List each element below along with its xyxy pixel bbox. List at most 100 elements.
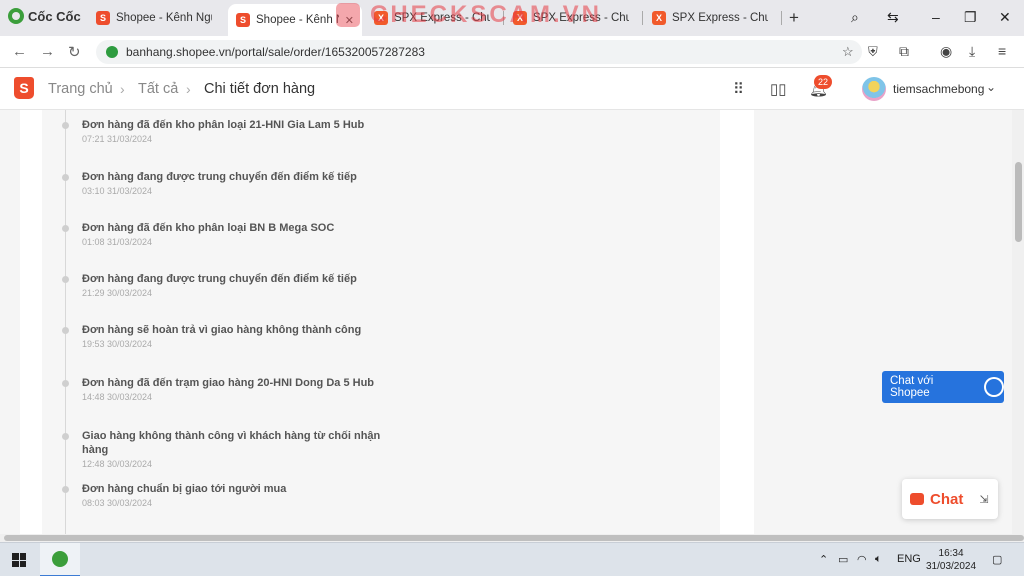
back-arrow-icon[interactable]: ←: [12, 43, 27, 60]
tab-separator: [781, 11, 782, 25]
book-icon[interactable]: ▯▯: [770, 80, 787, 98]
apps-grid-icon[interactable]: ⠿: [733, 80, 744, 98]
tab-spx-3[interactable]: X SPX Express - Chuyển I: [644, 5, 780, 31]
maximize-button[interactable]: ❐: [964, 9, 977, 26]
breadcrumb-home[interactable]: Trang chủ: [48, 81, 113, 97]
browser-brand: Cốc Cốc: [8, 8, 81, 24]
chevron-right-icon: ›: [120, 81, 125, 97]
battery-icon[interactable]: ▭: [838, 553, 848, 566]
tab-search-icon[interactable]: ⌕: [851, 9, 859, 26]
coccoc-logo-icon: [8, 8, 24, 24]
timeline-dot: [62, 433, 69, 440]
vertical-scrollbar[interactable]: [1012, 110, 1024, 534]
wifi-icon[interactable]: ◠: [857, 553, 867, 566]
tab-title: SPX Express - Chuyển I: [672, 12, 768, 24]
forward-arrow-icon[interactable]: →: [40, 43, 55, 60]
timeline-dot: [62, 174, 69, 181]
minimize-button[interactable]: –: [932, 9, 940, 25]
event-time: 07:21 31/03/2024: [82, 134, 153, 144]
windows-start-icon[interactable]: [12, 553, 26, 567]
watermark-logo-icon: [336, 3, 360, 27]
watermark-text: CHECKSCAM.VN: [370, 1, 603, 28]
event-time: 03:10 31/03/2024: [82, 186, 153, 196]
shopee-logo-icon[interactable]: S: [14, 77, 34, 99]
taskbar-coccoc-app[interactable]: [40, 543, 80, 576]
event-time: 21:29 30/03/2024: [82, 288, 153, 298]
shop-name[interactable]: tiemsachmebong: [893, 82, 984, 96]
timeline-event: Đơn hàng đã đến kho phân loại 21-HNI Gia…: [62, 118, 402, 145]
chevron-down-icon[interactable]: ⌄: [986, 80, 996, 94]
event-time: 08:03 30/03/2024: [82, 498, 153, 508]
event-text: Đơn hàng đã đến kho phân loại BN B Mega …: [82, 222, 335, 234]
tab-shopee-1[interactable]: S Shopee - Kênh Người B: [88, 5, 224, 31]
event-text: Đơn hàng đã đến trạm giao hàng 20-HNI Do…: [82, 377, 375, 389]
bookmark-star-icon[interactable]: ☆: [842, 44, 854, 60]
secure-lock-icon[interactable]: [106, 46, 118, 58]
close-window-button[interactable]: ✕: [999, 9, 1011, 26]
notifications-icon[interactable]: ▢: [992, 553, 1002, 566]
reload-icon[interactable]: ↻: [68, 43, 81, 61]
tab-title: Shopee - Kênh Người B: [116, 12, 212, 24]
taskbar-clock[interactable]: 16:34 31/03/2024: [926, 547, 976, 573]
download-icon[interactable]: ⤓: [969, 43, 975, 60]
menu-icon[interactable]: ≡: [998, 43, 1006, 59]
url-text: banhang.shopee.vn/portal/sale/order/1653…: [126, 45, 425, 59]
profile-icon[interactable]: ◉: [940, 43, 952, 60]
chat-bubble-icon: [910, 493, 924, 505]
checkscam-watermark: CHECKSCAM.VN: [336, 0, 602, 30]
chatbot-icon: [984, 377, 1004, 397]
timeline-event: Đơn hàng sẽ hoàn trả vì giao hàng không …: [62, 323, 402, 350]
timeline-event: Giao hàng không thành công vì khách hàng…: [62, 429, 402, 470]
horizontal-scrollbar[interactable]: [0, 534, 1024, 542]
timeline-dot: [62, 276, 69, 283]
event-time: 12:48 30/03/2024: [82, 459, 153, 469]
windows-taskbar: ⌃ ▭ ◠ 🔈︎ ENG 16:34 31/03/2024 ▢: [0, 542, 1024, 576]
extensions-icon[interactable]: ⧉: [899, 43, 909, 60]
shopee-icon: S: [96, 11, 110, 25]
breadcrumb-all[interactable]: Tất cả: [138, 81, 178, 97]
chat-button[interactable]: Chat ⇲: [902, 479, 998, 519]
coccoc-logo-icon: [52, 551, 68, 567]
event-text: Đơn hàng đang được trung chuyển đến điểm…: [82, 273, 357, 285]
spx-icon: X: [652, 11, 666, 25]
chevron-up-icon[interactable]: ⌃: [819, 553, 828, 566]
expand-icon[interactable]: ⇲: [979, 493, 988, 506]
event-text: Giao hàng không thành công vì khách hàng…: [82, 430, 381, 456]
timeline-dot: [62, 225, 69, 232]
chat-with-shopee-button[interactable]: Chat với Shopee: [882, 371, 1004, 403]
tab-title: Shopee - Kênh N: [256, 14, 339, 26]
seller-header: S Trang chủ › Tất cả › Chi tiết đơn hàng…: [0, 68, 1024, 110]
url-field[interactable]: banhang.shopee.vn/portal/sale/order/1653…: [96, 40, 878, 64]
timeline-event: Đơn hàng đã đến trạm giao hàng 20-HNI Do…: [62, 376, 402, 403]
timeline-event: Đơn hàng đang được trung chuyển đến điểm…: [62, 170, 402, 197]
browser-brand-label: Cốc Cốc: [28, 8, 81, 24]
breadcrumb-current: Chi tiết đơn hàng: [204, 81, 316, 97]
downloads-panel-icon[interactable]: ⇆: [887, 9, 899, 26]
event-text: Đơn hàng đang được trung chuyển đến điểm…: [82, 171, 357, 183]
event-text: Đơn hàng đã đến kho phân loại 21-HNI Gia…: [82, 119, 365, 131]
shopee-icon: S: [236, 13, 250, 27]
address-bar: ← → ↻ banhang.shopee.vn/portal/sale/orde…: [0, 36, 1024, 68]
volume-icon[interactable]: 🔈︎: [875, 553, 882, 566]
new-tab-button[interactable]: +: [789, 8, 799, 28]
timeline-dot: [62, 327, 69, 334]
timeline-event: Đơn hàng chuẩn bị giao tới người mua 08:…: [62, 482, 402, 509]
timeline-event: Đơn hàng đã đến kho phân loại BN B Mega …: [62, 221, 402, 248]
vertical-scroll-thumb[interactable]: [1015, 162, 1022, 242]
horizontal-scroll-thumb[interactable]: [4, 535, 1024, 541]
event-time: 01:08 31/03/2024: [82, 237, 153, 247]
browser-tab-bar: Cốc Cốc S Shopee - Kênh Người B S Shopee…: [0, 0, 1024, 36]
event-time: 19:53 30/03/2024: [82, 339, 153, 349]
notification-badge: 22: [814, 75, 832, 89]
tab-separator: [642, 11, 643, 25]
chat-with-shopee-label: Chat với Shopee: [890, 375, 934, 399]
shield-icon[interactable]: ⛨: [868, 44, 878, 60]
language-indicator[interactable]: ENG: [897, 553, 921, 565]
shop-avatar[interactable]: [862, 77, 886, 101]
clock-time: 16:34: [938, 548, 964, 559]
timeline-dot: [62, 122, 69, 129]
timeline-dot: [62, 486, 69, 493]
event-time: 14:48 30/03/2024: [82, 392, 153, 402]
page-content: Đơn hàng đã đến kho phân loại 21-HNI Gia…: [0, 110, 1012, 534]
chat-label: Chat: [930, 490, 964, 508]
